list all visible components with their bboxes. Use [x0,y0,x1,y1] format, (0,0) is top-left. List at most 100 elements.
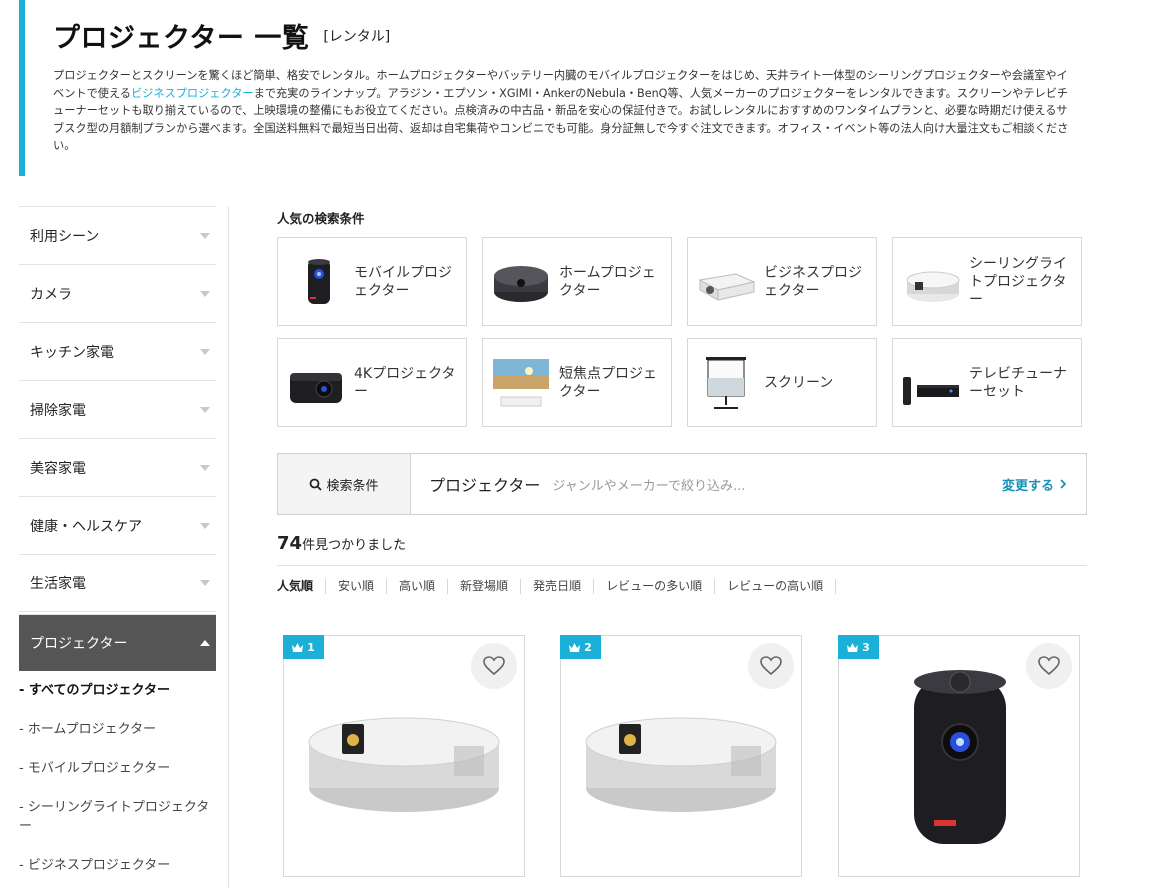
favorite-button[interactable] [471,643,517,689]
change-label: 変更する [1001,478,1054,494]
search-placeholder[interactable]: ジャンルやメーカーで絞り込み... [552,475,745,494]
category-label: プロジェクター [30,636,128,652]
chevron-down-icon [200,522,210,529]
tile-4k-projector[interactable]: 4Kプロジェクター [277,338,467,427]
sidebar-category-beauty[interactable]: 美容家電 [19,438,216,496]
popular-search-title: 人気の検索条件 [277,211,365,226]
sidebar-divider [228,206,229,888]
search-condition-bar: 検索条件 プロジェクター ジャンルやメーカーで絞り込み... 変更する [277,453,1087,515]
tile-label: テレビチューナーセット [969,365,1067,400]
search-icon [310,478,323,491]
category-label: 美容家電 [30,460,86,477]
sidebar-category-health[interactable]: 健康・ヘルスケア [19,496,216,554]
subcategory-home[interactable]: - ホームプロジェクター [19,720,216,739]
tile-label: モバイルプロジェクター [354,264,452,299]
result-count: 74件見つかりました [277,533,406,554]
sidebar-category-home-appliances[interactable]: 生活家電 [19,554,216,612]
divider [277,565,1087,566]
tile-label: 4Kプロジェクター [354,365,456,400]
sort-release[interactable]: 発売日順 [521,579,595,594]
change-condition-link[interactable]: 変更する [1002,475,1068,494]
favorite-button[interactable] [748,643,794,689]
subcategory-all[interactable]: - すべてのプロジェクター [19,681,216,700]
subcategory-list: - すべてのプロジェクター - ホームプロジェクター - モバイルプロジェクター… [19,671,216,875]
tv-tuner-icon [899,353,963,413]
subcategory-mobile[interactable]: - モバイルプロジェクター [19,759,216,778]
rank-number: 2 [584,640,592,654]
chevron-down-icon [200,348,210,355]
category-label: 掃除家電 [30,402,86,419]
category-label: 健康・ヘルスケア [30,518,142,535]
sort-new[interactable]: 新登場順 [448,579,522,594]
category-sidebar: 利用シーン カメラ キッチン家電 掃除家電 美容家電 健康・ヘルスケア 生活家電… [19,206,216,888]
sort-popular[interactable]: 人気順 [277,579,327,594]
main-content: 人気の検索条件 モバイルプロジェクター ホームプロジェクター ビジネスプロジェク… [277,206,1087,594]
rank-number: 3 [862,640,870,654]
heart-icon [483,656,505,676]
rental-badge: [レンタル] [323,29,391,45]
chevron-down-icon [200,290,210,297]
sidebar-category-cleaning[interactable]: 掃除家電 [19,380,216,438]
chevron-right-icon [1060,479,1067,489]
favorite-button[interactable] [1026,643,1072,689]
popular-search-tiles: モバイルプロジェクター ホームプロジェクター ビジネスプロジェクター シーリング… [277,237,1087,427]
ceiling-projector-product [585,717,777,812]
heart-icon [760,656,782,676]
tile-label: スクリーン [764,374,834,391]
heart-icon [1038,656,1060,676]
4k-projector-icon [284,353,348,413]
result-count-number: 74 [277,533,303,554]
crown-icon [292,642,304,652]
sort-options: 人気順 安い順 高い順 新登場順 発売日順 レビューの多い順 レビューの高い順 [277,579,837,594]
tile-tv-tuner[interactable]: テレビチューナーセット [892,338,1082,427]
product-card[interactable]: 3 [838,635,1080,877]
sort-best-reviews[interactable]: レビューの高い順 [715,579,837,594]
mobile-projector-product [914,670,1006,844]
sidebar-category-camera[interactable]: カメラ [19,264,216,322]
tile-ceiling-projector[interactable]: シーリングライトプロジェクター [892,237,1082,326]
product-card[interactable]: 1 [283,635,525,877]
tile-screen[interactable]: スクリーン [687,338,877,427]
business-projector-icon [694,252,758,312]
subcategory-ceiling[interactable]: - シーリングライトプロジェクター [19,798,216,836]
home-projector-icon [489,252,553,312]
tile-label: ホームプロジェクター [559,264,656,299]
sort-most-reviews[interactable]: レビューの多い順 [594,579,716,594]
rank-badge: 3 [838,635,879,659]
sidebar-category-kitchen[interactable]: キッチン家電 [19,322,216,380]
tile-business-projector[interactable]: ビジネスプロジェクター [687,237,877,326]
search-condition-label: 検索条件 [326,478,379,494]
rank-badge: 1 [283,635,324,659]
chevron-down-icon [200,232,210,239]
tile-mobile-projector[interactable]: モバイルプロジェクター [277,237,467,326]
subcategory-business[interactable]: - ビジネスプロジェクター [19,856,216,875]
short-throw-projector-icon [489,353,553,413]
sort-cheap[interactable]: 安い順 [326,579,388,594]
page-header: プロジェクター 一覧 [レンタル] プロジェクターとスクリーンを驚くほど簡単、格安… [19,0,1139,176]
crown-icon [847,642,859,652]
sidebar-category-projector[interactable]: プロジェクター [19,614,216,671]
tile-home-projector[interactable]: ホームプロジェクター [482,237,672,326]
sort-expensive[interactable]: 高い順 [387,579,449,594]
category-label: カメラ [30,286,72,303]
category-label: 利用シーン [30,228,100,245]
category-label: 生活家電 [30,576,86,592]
rank-badge: 2 [560,635,601,659]
chevron-down-icon [200,464,210,471]
chevron-down-icon [200,580,210,586]
product-card[interactable]: 2 [560,635,802,877]
ceiling-projector-product [308,717,500,812]
business-projector-link[interactable]: ビジネスプロジェクター [131,87,254,100]
page-title: プロジェクター 一覧 [53,23,310,54]
search-condition-button[interactable]: 検索条件 [278,454,411,514]
sidebar-category-scene[interactable]: 利用シーン [19,206,216,264]
crown-icon [569,642,581,652]
search-query: プロジェクター [429,476,541,495]
mobile-projector-icon [284,252,348,312]
page-description: プロジェクターとスクリーンを驚くほど簡単、格安でレンタル。ホームプロジェクターや… [53,67,1078,155]
tile-label: シーリングライトプロジェクター [969,255,1067,308]
ceiling-projector-icon [899,252,963,312]
result-count-suffix: 件見つかりました [302,538,407,553]
chevron-up-icon [200,640,210,646]
tile-short-throw-projector[interactable]: 短焦点プロジェクター [482,338,672,427]
